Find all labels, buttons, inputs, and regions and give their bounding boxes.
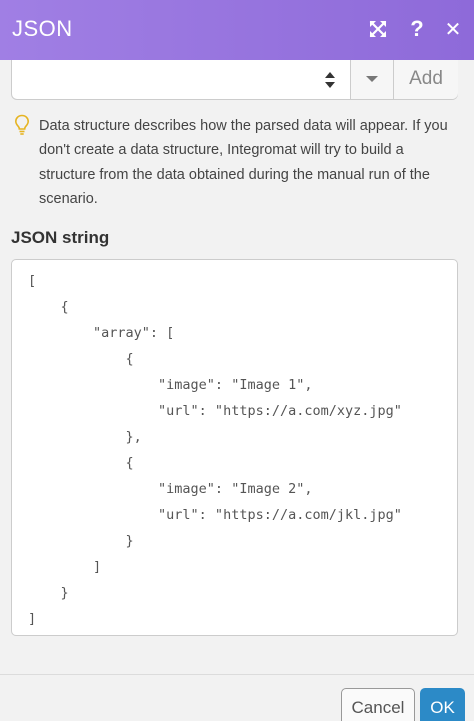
code-line: [ bbox=[28, 273, 37, 289]
json-string-label: JSON string bbox=[11, 228, 110, 247]
code-line: ] bbox=[28, 611, 37, 627]
data-structure-select[interactable] bbox=[12, 60, 350, 99]
code-line: }, bbox=[28, 429, 142, 445]
hint-text: Data structure describes how the parsed … bbox=[39, 118, 448, 208]
cancel-button[interactable]: Cancel bbox=[341, 688, 415, 721]
code-line: { bbox=[28, 351, 134, 367]
code-line: { bbox=[28, 455, 134, 471]
code-line: ] bbox=[28, 559, 102, 575]
lightbulb-icon bbox=[14, 114, 30, 135]
code-line: "image": "Image 1", bbox=[28, 377, 313, 393]
json-string-editor[interactable]: [ { "array": [ { "image": "Image 1", "ur… bbox=[11, 259, 458, 636]
expand-icon[interactable] bbox=[364, 14, 392, 44]
dialog-title: JSON bbox=[12, 16, 73, 41]
code-line: "url": "https://a.com/xyz.jpg" bbox=[28, 403, 402, 419]
help-icon[interactable]: ? bbox=[403, 14, 431, 44]
data-structure-row: Add bbox=[11, 60, 458, 100]
sort-arrows-icon bbox=[325, 72, 335, 88]
code-line: "url": "https://a.com/jkl.jpg" bbox=[28, 507, 402, 523]
code-line: } bbox=[28, 585, 69, 601]
code-line: } bbox=[28, 533, 134, 549]
data-structure-dropdown-button[interactable] bbox=[350, 60, 393, 99]
code-line: "array": [ bbox=[28, 325, 175, 341]
code-line: "image": "Image 2", bbox=[28, 481, 313, 497]
footer-divider bbox=[0, 674, 474, 675]
dialog-header: JSON ? ✕ bbox=[0, 0, 474, 60]
ok-button[interactable]: OK bbox=[420, 688, 465, 721]
close-icon[interactable]: ✕ bbox=[439, 14, 467, 44]
chevron-down-icon bbox=[366, 76, 378, 82]
add-data-structure-button[interactable]: Add bbox=[393, 60, 458, 99]
code-line: { bbox=[28, 299, 69, 315]
